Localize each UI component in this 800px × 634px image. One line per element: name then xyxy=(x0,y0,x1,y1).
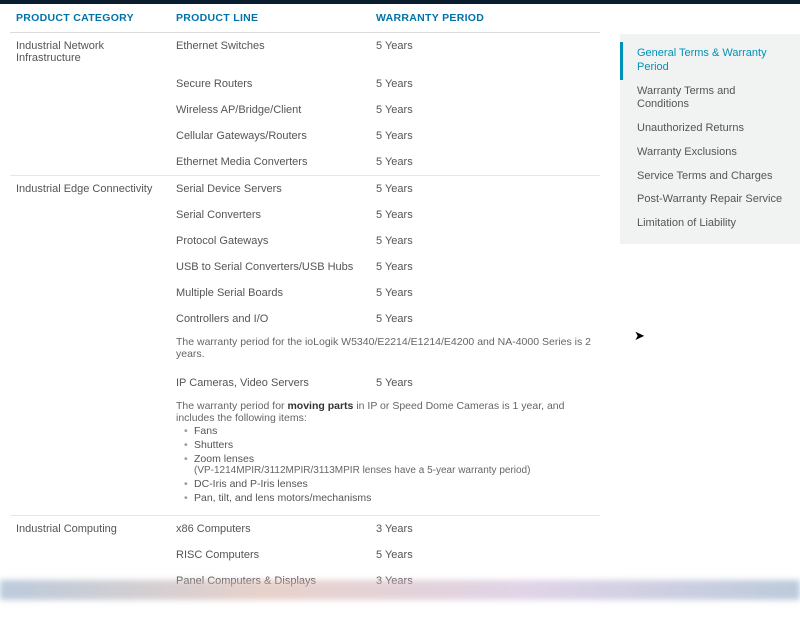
sidebar-item-service-terms[interactable]: Service Terms and Charges xyxy=(620,165,800,189)
table-row: Cellular Gateways/Routers 5 Years xyxy=(10,123,600,149)
th-warranty: WARRANTY PERIOD xyxy=(370,4,600,33)
sidebar-item-post-warranty[interactable]: Post-Warranty Repair Service xyxy=(620,188,800,212)
cell-warranty: 5 Years xyxy=(370,306,600,332)
note-list: Fans Shutters Zoom lenses (VP-1214MPIR/3… xyxy=(176,424,594,505)
cell-line: Ethernet Switches xyxy=(170,33,370,72)
sidebar-item-unauthorized-returns[interactable]: Unauthorized Returns xyxy=(620,117,800,141)
cell-line: RISC Computers xyxy=(170,542,370,568)
cell-line: Protocol Gateways xyxy=(170,228,370,254)
cell-line: Serial Converters xyxy=(170,202,370,228)
table-row: Industrial Computing x86 Computers 3 Yea… xyxy=(10,516,600,543)
cell-warranty: 5 Years xyxy=(370,149,600,176)
cell-line: Serial Device Servers xyxy=(170,176,370,203)
cell-line: Controllers and I/O xyxy=(170,306,370,332)
sidebar-item-limitation-liability[interactable]: Limitation of Liability xyxy=(620,212,800,236)
list-item: DC-Iris and P-Iris lenses xyxy=(184,477,594,491)
cell-warranty: 5 Years xyxy=(370,542,600,568)
cell-category: Industrial Edge Connectivity xyxy=(10,176,170,203)
cell-warranty: 5 Years xyxy=(370,123,600,149)
table-row: IP Cameras, Video Servers 5 Years xyxy=(10,370,600,396)
cell-category: Industrial Computing xyxy=(10,516,170,543)
table-row: Industrial Network Infrastructure Ethern… xyxy=(10,33,600,72)
table-note-row: The warranty period for moving parts in … xyxy=(10,396,600,516)
table-row: Multiple Serial Boards 5 Years xyxy=(10,280,600,306)
cell-line: Wireless AP/Bridge/Client xyxy=(170,97,370,123)
th-line: PRODUCT LINE xyxy=(170,4,370,33)
cell-warranty: 5 Years xyxy=(370,228,600,254)
list-item: Pan, tilt, and lens motors/mechanisms xyxy=(184,491,594,505)
table-row: Wireless AP/Bridge/Client 5 Years xyxy=(10,97,600,123)
list-item: Fans xyxy=(184,424,594,438)
table-row: Secure Routers 5 Years xyxy=(10,71,600,97)
cell-line: IP Cameras, Video Servers xyxy=(170,370,370,396)
sidebar: General Terms & Warranty Period Warranty… xyxy=(620,4,800,594)
note-text: The warranty period for the ioLogik W534… xyxy=(170,332,600,370)
sidebar-nav: General Terms & Warranty Period Warranty… xyxy=(620,34,800,244)
table-row: Serial Converters 5 Years xyxy=(10,202,600,228)
cell-line: x86 Computers xyxy=(170,516,370,543)
table-row: Protocol Gateways 5 Years xyxy=(10,228,600,254)
cell-warranty: 5 Years xyxy=(370,176,600,203)
cell-line: USB to Serial Converters/USB Hubs xyxy=(170,254,370,280)
cell-line: Secure Routers xyxy=(170,71,370,97)
cell-warranty: 5 Years xyxy=(370,254,600,280)
cell-line: Cellular Gateways/Routers xyxy=(170,123,370,149)
cell-warranty: 5 Years xyxy=(370,71,600,97)
table-row: Controllers and I/O 5 Years xyxy=(10,306,600,332)
cell-warranty: 5 Years xyxy=(370,202,600,228)
list-item: Zoom lenses (VP-1214MPIR/3112MPIR/3113MP… xyxy=(184,452,594,477)
sidebar-item-general-terms[interactable]: General Terms & Warranty Period xyxy=(620,42,800,80)
cell-category: Industrial Network Infrastructure xyxy=(10,33,170,72)
sidebar-item-warranty-terms[interactable]: Warranty Terms and Conditions xyxy=(620,80,800,118)
cell-line: Ethernet Media Converters xyxy=(170,149,370,176)
cell-warranty: 5 Years xyxy=(370,33,600,72)
cell-warranty: 5 Years xyxy=(370,370,600,396)
table-row: RISC Computers 5 Years xyxy=(10,542,600,568)
cell-warranty: 5 Years xyxy=(370,280,600,306)
footer-decoration xyxy=(0,580,800,600)
table-note-row: The warranty period for the ioLogik W534… xyxy=(10,332,600,370)
cell-warranty: 5 Years xyxy=(370,97,600,123)
cell-line: Multiple Serial Boards xyxy=(170,280,370,306)
cell-warranty: 3 Years xyxy=(370,516,600,543)
th-category: PRODUCT CATEGORY xyxy=(10,4,170,33)
note-text: The warranty period for moving parts in … xyxy=(170,396,600,516)
list-item: Shutters xyxy=(184,438,594,452)
warranty-table-container: PRODUCT CATEGORY PRODUCT LINE WARRANTY P… xyxy=(0,4,620,594)
table-row: USB to Serial Converters/USB Hubs 5 Year… xyxy=(10,254,600,280)
table-row: Ethernet Media Converters 5 Years xyxy=(10,149,600,176)
table-row: Industrial Edge Connectivity Serial Devi… xyxy=(10,176,600,203)
warranty-table: PRODUCT CATEGORY PRODUCT LINE WARRANTY P… xyxy=(10,4,600,594)
sidebar-item-warranty-exclusions[interactable]: Warranty Exclusions xyxy=(620,141,800,165)
